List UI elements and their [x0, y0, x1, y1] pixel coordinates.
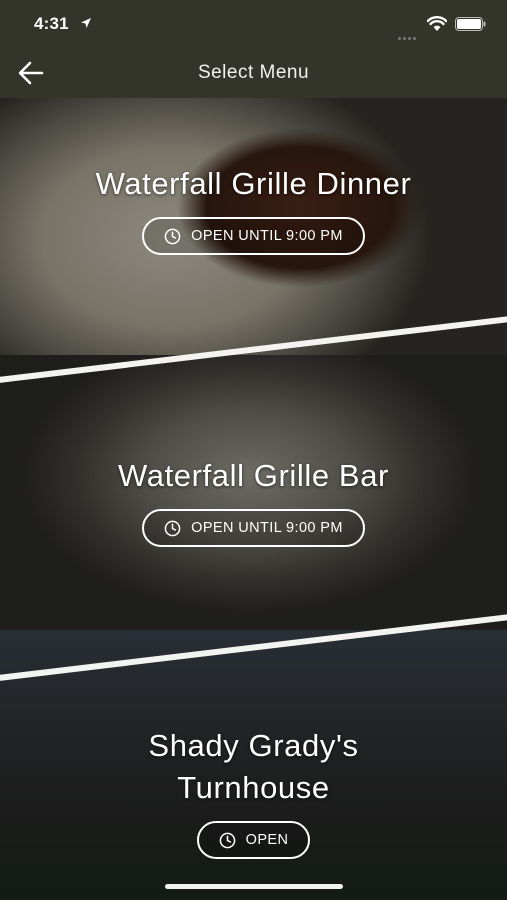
- location-arrow-icon: [81, 18, 91, 28]
- cellular-signal-icon: [398, 27, 422, 40]
- menu-name: Waterfall Grille Bar: [118, 458, 389, 493]
- clock-icon: [164, 228, 181, 244]
- open-status-text: OPEN UNTIL 9:00 PM: [191, 228, 343, 244]
- home-indicator[interactable]: [165, 884, 343, 889]
- nav-header: Select Menu: [0, 50, 507, 98]
- menu-name: Waterfall Grille Dinner: [95, 166, 412, 201]
- menu-card-content: Waterfall Grille Dinner OPEN UNTIL 9:00 …: [0, 163, 507, 255]
- menu-card-content: Shady Grady's Turnhouse OPEN: [0, 725, 507, 859]
- open-status-text: OPEN: [245, 832, 289, 848]
- page-title: Select Menu: [197, 62, 310, 83]
- battery-icon: [455, 17, 486, 31]
- menu-name-line-1: Shady Grady's: [148, 728, 359, 763]
- clock-icon: [219, 832, 235, 848]
- open-status-text: OPEN UNTIL 9:00 PM: [191, 520, 343, 536]
- menu-card-waterfall-grille-dinner[interactable]: Waterfall Grille Dinner OPEN UNTIL 9:00 …: [0, 98, 507, 398]
- clock-icon: [164, 520, 181, 536]
- top-bar: 4:31 Select Menu: [0, 0, 507, 98]
- status-time: 4:31: [34, 14, 69, 33]
- open-status-badge: OPEN UNTIL 9:00 PM: [142, 217, 365, 255]
- open-status-badge: OPEN UNTIL 9:00 PM: [142, 509, 365, 547]
- open-status-badge: OPEN: [196, 821, 311, 859]
- menu-card-content: Waterfall Grille Bar OPEN UNTIL 9:00 PM: [0, 455, 507, 547]
- status-bar: 4:31: [0, 0, 507, 50]
- wifi-icon: [427, 16, 447, 31]
- menu-name-line-2: Turnhouse: [177, 770, 330, 805]
